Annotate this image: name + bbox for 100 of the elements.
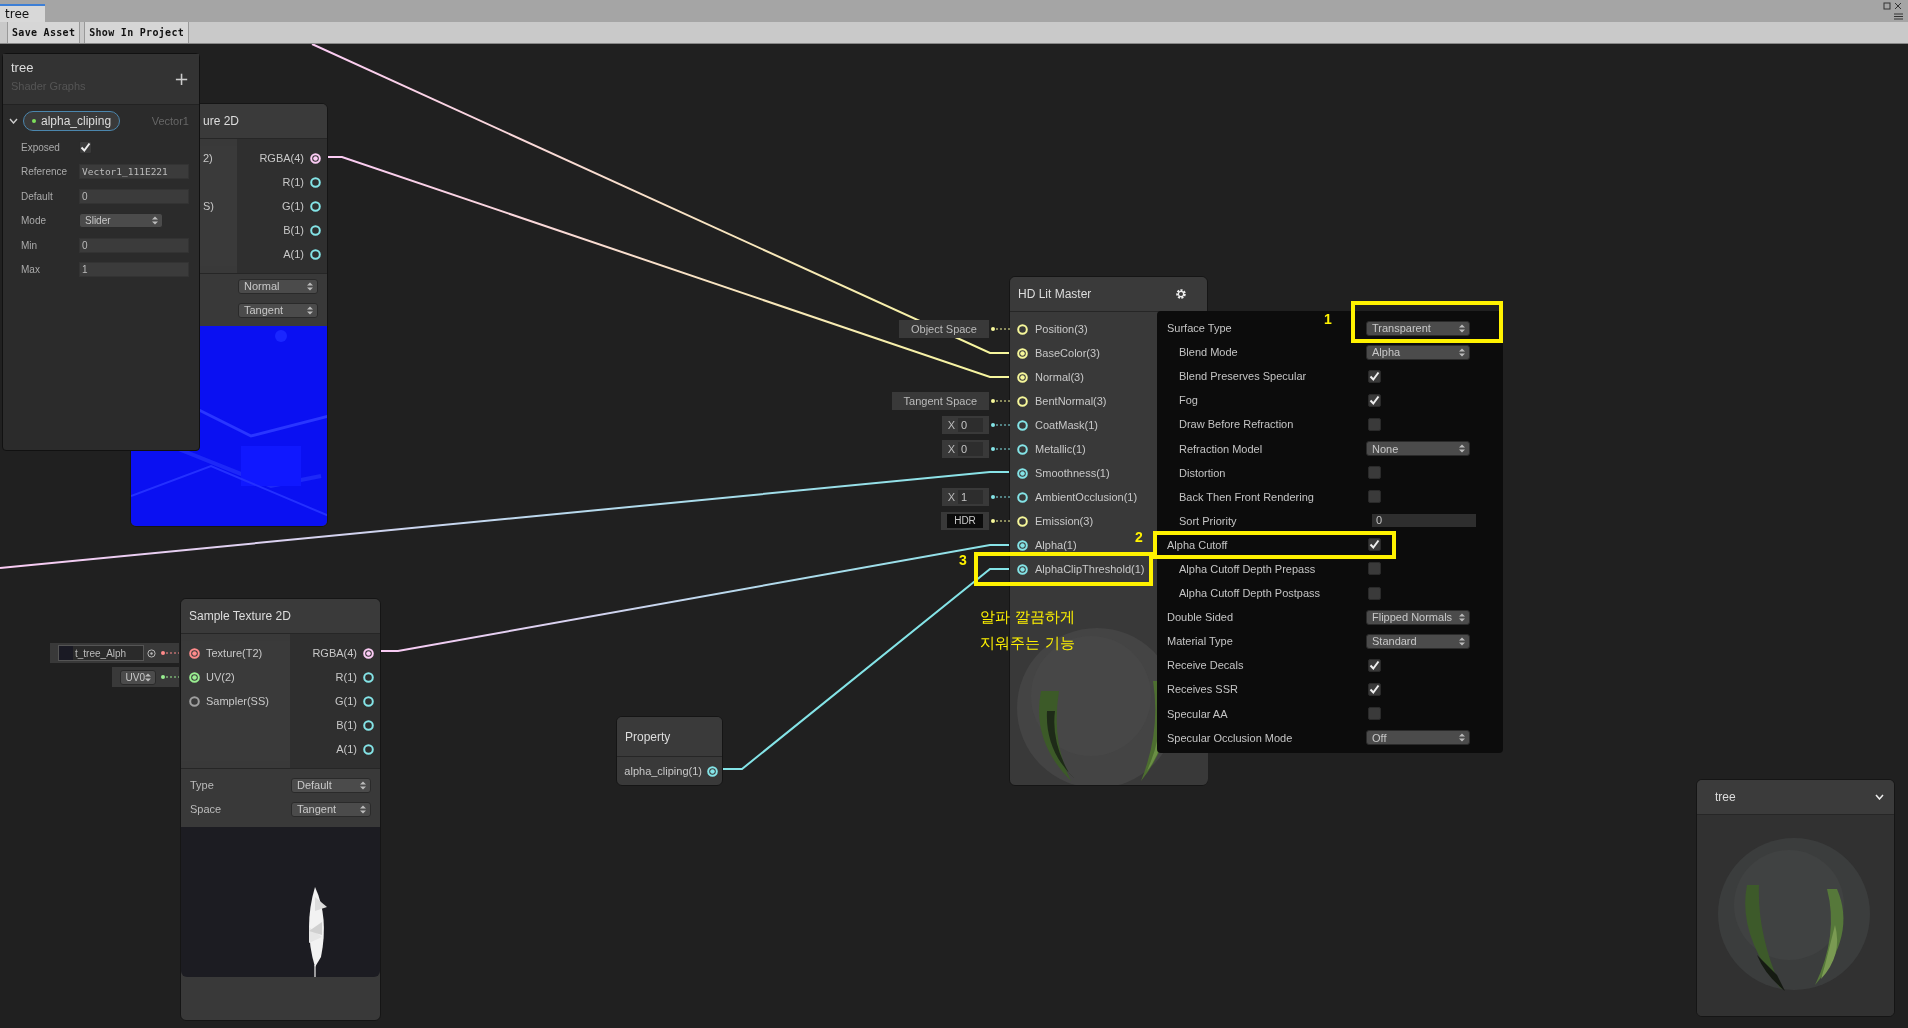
number-field[interactable]: 0	[79, 237, 189, 253]
settings-icon[interactable]	[1175, 288, 1187, 300]
checkbox[interactable]	[1368, 658, 1381, 672]
port-handle[interactable]	[363, 647, 374, 659]
space-label: Tangent Space	[902, 395, 978, 407]
setting-label: Blend Mode	[1178, 346, 1239, 359]
connection-stub	[990, 326, 1012, 332]
dropdown[interactable]: Normal	[238, 278, 318, 294]
port-handle[interactable]	[363, 695, 374, 707]
checkbox[interactable]	[1368, 562, 1381, 576]
port-label: R(1)	[335, 671, 357, 683]
port-handle[interactable]	[310, 248, 321, 260]
port-handle[interactable]	[1017, 563, 1028, 575]
number-field[interactable]: 0	[79, 188, 189, 204]
setting-label: Fog	[1178, 394, 1199, 407]
picker-icon[interactable]	[147, 648, 156, 658]
dropdown-arrows-icon	[360, 780, 366, 790]
toolbar-button[interactable]: Show In Project	[84, 22, 190, 43]
checkbox[interactable]	[1368, 369, 1381, 383]
checkbox[interactable]	[1368, 466, 1381, 480]
dropdown-arrows-icon	[1459, 323, 1465, 333]
setting-label: Refraction Model	[1178, 442, 1264, 455]
port-handle[interactable]	[310, 152, 321, 164]
color-field[interactable]: HDR	[947, 514, 983, 528]
texture-field[interactable]: t_tree_Alph	[58, 645, 144, 661]
text-field[interactable]: Vector1_111E221	[79, 164, 189, 180]
port-label: G(1)	[335, 695, 357, 707]
port-handle[interactable]	[1017, 443, 1028, 455]
checkbox[interactable]	[1368, 586, 1381, 600]
port-handle[interactable]	[189, 695, 200, 707]
number-field[interactable]: 0	[1372, 514, 1476, 528]
setting-label: Receives SSR	[1167, 683, 1239, 696]
dropdown-arrows-icon	[1459, 347, 1465, 357]
port-handle[interactable]	[363, 671, 374, 683]
number-field[interactable]: 0	[958, 418, 983, 432]
field-label: Mode	[21, 215, 47, 227]
port-handle[interactable]	[310, 200, 321, 212]
port-handle[interactable]	[363, 719, 374, 731]
setting-label: Draw Before Refraction	[1178, 418, 1295, 431]
dropdown[interactable]: None	[1366, 441, 1470, 456]
port-label: CoatMask(1)	[1035, 419, 1098, 431]
number-field[interactable]: 1	[79, 262, 189, 278]
close-icon[interactable]	[1894, 2, 1902, 10]
annotation-text: 알파 깔끔하게 지워주는 기능	[980, 607, 1075, 654]
document-tab[interactable]: tree	[0, 4, 45, 22]
dropdown[interactable]: Transparent	[1366, 320, 1470, 336]
port-handle[interactable]	[707, 765, 718, 777]
field-label: Type	[190, 779, 214, 791]
dropdown[interactable]: UV0	[119, 669, 156, 685]
axis-label: X	[947, 419, 955, 431]
dropdown[interactable]: Tangent	[291, 801, 371, 817]
port-handle[interactable]	[1017, 467, 1028, 479]
dropdown[interactable]: Flipped Normals	[1366, 609, 1470, 625]
checkbox[interactable]	[1368, 707, 1381, 721]
blackboard-title: tree	[11, 60, 35, 75]
maximize-icon[interactable]	[1883, 2, 1891, 10]
toolbar-button[interactable]: Save Asset	[7, 22, 81, 43]
dropdown[interactable]: Standard	[1366, 633, 1470, 649]
checkbox[interactable]	[1368, 490, 1381, 504]
add-button[interactable]: +	[173, 68, 189, 89]
checkbox[interactable]	[1368, 538, 1381, 552]
checkbox[interactable]	[1368, 682, 1381, 696]
setting-label: Specular Occlusion Mode	[1167, 731, 1294, 744]
port-label: RGBA(4)	[259, 152, 304, 164]
port-handle[interactable]	[189, 647, 200, 659]
field-label: Exposed	[21, 141, 61, 153]
property-pill[interactable]: alpha_cliping	[23, 111, 121, 131]
property-type: Vector1	[151, 115, 189, 127]
axis-label: X	[947, 491, 955, 503]
menu-icon[interactable]	[1894, 13, 1903, 20]
dropdown[interactable]: Default	[291, 777, 371, 793]
dropdown[interactable]: Off	[1366, 730, 1470, 746]
port-handle[interactable]	[310, 176, 321, 188]
dropdown[interactable]: Tangent	[238, 302, 318, 318]
port-label: Alpha(1)	[1035, 539, 1077, 551]
port-handle[interactable]	[1017, 491, 1028, 503]
dropdown[interactable]: Alpha	[1366, 344, 1470, 360]
port-label: BaseColor(3)	[1035, 347, 1100, 359]
checkbox[interactable]	[1368, 393, 1381, 407]
setting-label: Back Then Front Rendering	[1178, 490, 1315, 503]
connection-stub	[990, 422, 1012, 428]
number-field[interactable]: 1	[958, 490, 983, 504]
node-title: Property	[625, 729, 671, 744]
port-label: BentNormal(3)	[1035, 395, 1107, 407]
connection-stub	[990, 446, 1012, 452]
port-label: S)	[203, 200, 214, 212]
field-label: Min	[21, 239, 39, 251]
port-handle[interactable]	[1017, 539, 1028, 551]
chevron-icon[interactable]	[9, 118, 18, 124]
port-handle[interactable]	[310, 224, 321, 236]
port-label: B(1)	[283, 224, 304, 236]
port-label: Smoothness(1)	[1035, 467, 1110, 479]
setting-label: Receive Decals	[1167, 659, 1245, 672]
port-handle[interactable]	[363, 743, 374, 755]
setting-label: Blend Preserves Specular	[1178, 370, 1308, 383]
dropdown[interactable]: Slider	[79, 213, 163, 229]
checkbox[interactable]	[1368, 417, 1381, 431]
checkbox[interactable]	[79, 140, 92, 154]
number-field[interactable]: 0	[958, 442, 983, 456]
port-handle[interactable]	[1017, 419, 1028, 431]
